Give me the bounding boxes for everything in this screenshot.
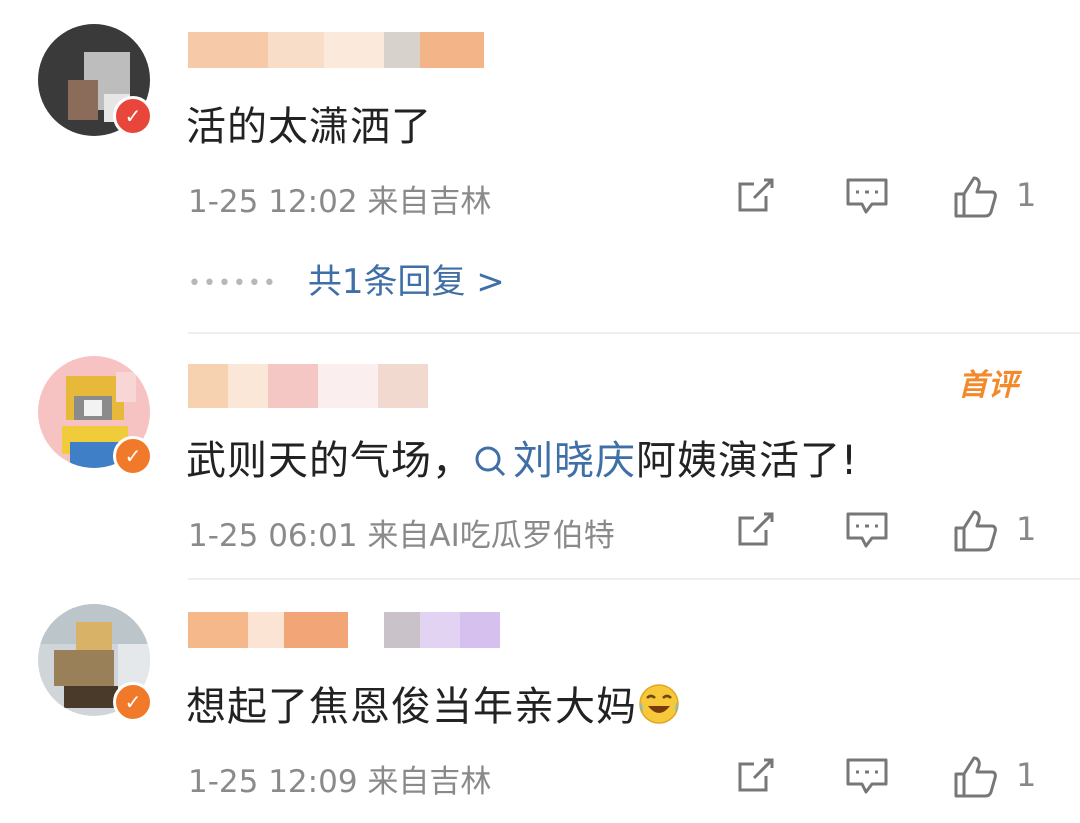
comment-time: 1-25 06:01 <box>188 518 358 554</box>
comment-text: 武则天的气场， 刘晓庆阿姨演活了! <box>186 438 859 484</box>
comment-actions: 1 <box>732 174 1052 222</box>
verified-badge-icon: ✓ <box>113 96 153 136</box>
comment-text: 想起了焦恩俊当年亲大妈 <box>186 674 681 732</box>
comment-icon[interactable] <box>844 174 890 218</box>
username-blurred[interactable] <box>188 32 484 68</box>
divider <box>188 578 1080 580</box>
comment-meta: 1-25 12:09 来自吉林 <box>188 756 491 801</box>
verified-badge-icon: ✓ <box>113 682 153 722</box>
comment-icon[interactable] <box>844 508 890 552</box>
verified-badge-icon: ✓ <box>113 436 153 476</box>
comment-actions: 1 <box>732 508 1052 556</box>
comment-location: 来自AI吃瓜罗伯特 <box>367 518 615 554</box>
comment-time: 1-25 12:02 <box>188 184 358 220</box>
topic-link-text: 刘晓庆 <box>513 438 636 484</box>
comment-location: 来自吉林 <box>367 184 492 220</box>
username-blurred[interactable] <box>188 364 428 408</box>
comment-text: 活的太潇洒了 <box>186 104 432 150</box>
like-icon[interactable] <box>952 508 998 554</box>
comment-location: 来自吉林 <box>367 764 492 800</box>
replies-row: •••••• 共1条回复 > <box>188 262 505 302</box>
comment-icon[interactable] <box>844 754 890 798</box>
like-count: 1 <box>1016 176 1037 214</box>
share-icon[interactable] <box>734 174 778 218</box>
share-icon[interactable] <box>734 754 778 798</box>
share-icon[interactable] <box>734 508 778 552</box>
like-icon[interactable] <box>952 174 998 220</box>
topic-link[interactable]: 刘晓庆 <box>473 438 636 484</box>
like-count: 1 <box>1016 756 1037 794</box>
comment-actions: 1 <box>732 754 1052 802</box>
like-icon[interactable] <box>952 754 998 800</box>
comment-meta: 1-25 12:02 来自吉林 <box>188 176 491 221</box>
divider <box>188 332 1080 334</box>
comment-time: 1-25 12:09 <box>188 764 358 800</box>
comment-meta: 1-25 06:01 来自AI吃瓜罗伯特 <box>188 510 615 555</box>
laughing-crying-emoji-icon <box>639 684 679 724</box>
username-blurred[interactable] <box>188 612 500 648</box>
search-icon <box>475 446 506 477</box>
like-count: 1 <box>1016 510 1037 548</box>
first-comment-badge: 首评 <box>958 368 1018 403</box>
view-replies-link[interactable]: 共1条回复 > <box>308 262 505 302</box>
